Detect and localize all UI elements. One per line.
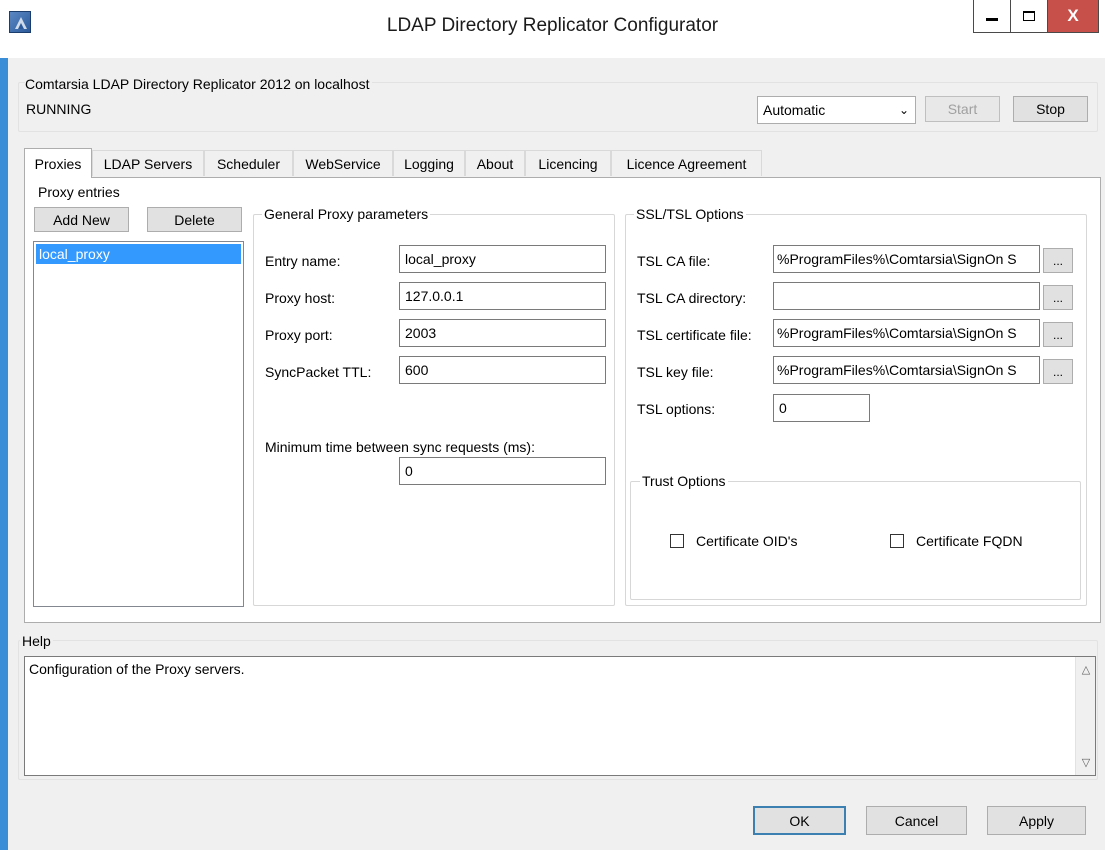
tsl-certificate-file-field[interactable]: %ProgramFiles%\Comtarsia\SignOn S [773, 319, 1040, 347]
scroll-up-icon[interactable]: △ [1076, 663, 1096, 676]
ok-button[interactable]: OK [753, 806, 846, 835]
tab-proxies[interactable]: Proxies [24, 148, 92, 178]
certificate-oids-checkbox[interactable] [670, 534, 684, 548]
tab-about[interactable]: About [465, 150, 525, 176]
tsl-key-file-field[interactable]: %ProgramFiles%\Comtarsia\SignOn S [773, 356, 1040, 384]
syncpacket-ttl-field[interactable]: 600 [399, 356, 606, 384]
stop-button[interactable]: Stop [1013, 96, 1088, 122]
title-bar: LDAP Directory Replicator Configurator X [0, 0, 1105, 58]
apply-button[interactable]: Apply [987, 806, 1086, 835]
tsl-certificate-file-browse-button[interactable]: ... [1043, 322, 1073, 347]
tsl-ca-directory-label: TSL CA directory: [637, 290, 747, 306]
tsl-ca-file-browse-button[interactable]: ... [1043, 248, 1073, 273]
tab-licencing[interactable]: Licencing [525, 150, 611, 176]
close-icon: X [1067, 6, 1079, 25]
scroll-down-icon[interactable]: ▽ [1076, 756, 1096, 769]
proxy-list[interactable]: local_proxy [33, 241, 244, 607]
min-time-label: Minimum time between sync requests (ms): [265, 439, 535, 455]
proxy-host-field[interactable]: 127.0.0.1 [399, 282, 606, 310]
startup-mode-value: Automatic [763, 102, 826, 118]
start-button[interactable]: Start [925, 96, 1000, 122]
certificate-fqdn-checkbox[interactable] [890, 534, 904, 548]
tsl-ca-directory-field[interactable] [773, 282, 1040, 310]
window-title: LDAP Directory Replicator Configurator [386, 15, 719, 36]
help-scrollbar[interactable]: △ ▽ [1075, 657, 1095, 775]
tab-scheduler[interactable]: Scheduler [204, 150, 293, 176]
tab-webservice[interactable]: WebService [293, 150, 393, 176]
maximize-button[interactable] [1010, 0, 1048, 33]
delete-button[interactable]: Delete [147, 207, 242, 232]
tsl-ca-file-label: TSL CA file: [637, 253, 711, 269]
proxy-entries-label: Proxy entries [38, 184, 120, 200]
tab-licence-agreement[interactable]: Licence Agreement [611, 150, 762, 176]
minimize-button[interactable] [973, 0, 1011, 33]
proxy-port-field[interactable]: 2003 [399, 319, 606, 347]
help-text: Configuration of the Proxy servers. [29, 661, 245, 677]
service-status: RUNNING [26, 101, 92, 117]
syncpacket-ttl-label: SyncPacket TTL: [265, 364, 372, 380]
tab-logging[interactable]: Logging [393, 150, 465, 176]
proxy-host-label: Proxy host: [265, 290, 336, 306]
tsl-ca-file-field[interactable]: %ProgramFiles%\Comtarsia\SignOn S [773, 245, 1040, 273]
startup-mode-select[interactable]: Automatic ⌄ [757, 96, 916, 124]
chevron-down-icon: ⌄ [898, 103, 910, 117]
certificate-fqdn-label: Certificate FQDN [916, 533, 1023, 549]
tsl-key-file-browse-button[interactable]: ... [1043, 359, 1073, 384]
help-title: Help [20, 633, 53, 649]
entry-name-field[interactable]: local_proxy [399, 245, 606, 273]
maximize-icon [1023, 11, 1035, 21]
certificate-oids-label: Certificate OID's [696, 533, 798, 549]
list-item[interactable]: local_proxy [36, 244, 241, 264]
service-name: Comtarsia LDAP Directory Replicator 2012… [25, 76, 373, 92]
tsl-options-field[interactable]: 0 [773, 394, 870, 422]
entry-name-label: Entry name: [265, 253, 341, 269]
proxy-port-label: Proxy port: [265, 327, 333, 343]
add-new-button[interactable]: Add New [34, 207, 129, 232]
ssl-tsl-title: SSL/TSL Options [634, 206, 746, 222]
help-textarea[interactable]: Configuration of the Proxy servers. △ ▽ [24, 656, 1096, 776]
close-button[interactable]: X [1047, 0, 1099, 33]
minimize-icon [986, 17, 998, 21]
tab-ldap-servers[interactable]: LDAP Servers [92, 150, 204, 176]
min-time-field[interactable]: 0 [399, 457, 606, 485]
cancel-button[interactable]: Cancel [866, 806, 967, 835]
trust-options-title: Trust Options [640, 473, 728, 489]
tsl-key-file-label: TSL key file: [637, 364, 714, 380]
tsl-options-label: TSL options: [637, 401, 716, 417]
tsl-ca-directory-browse-button[interactable]: ... [1043, 285, 1073, 310]
general-proxy-title: General Proxy parameters [262, 206, 431, 222]
tsl-certificate-file-label: TSL certificate file: [637, 327, 752, 343]
